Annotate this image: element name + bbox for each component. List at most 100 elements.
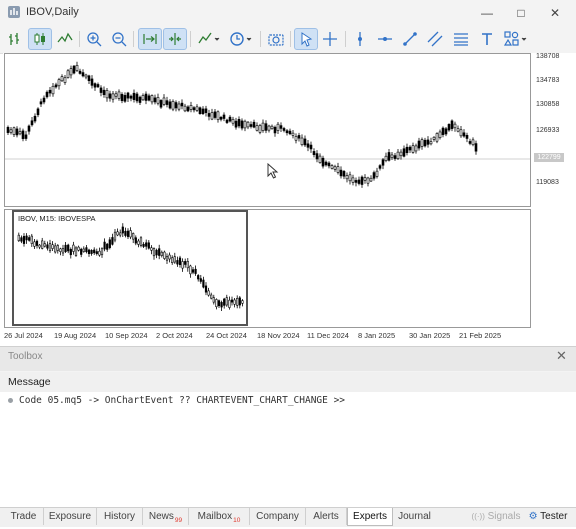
tab-journal[interactable]: Journal <box>392 508 437 525</box>
bar-chart-button[interactable] <box>4 29 26 49</box>
fibonacci-button[interactable] <box>450 29 472 49</box>
candle-body <box>126 230 130 237</box>
tab-signals[interactable]: ((·)) Signals <box>470 508 522 525</box>
tab-experts[interactable]: Experts <box>347 508 393 526</box>
chart-toolbar <box>0 26 576 54</box>
cursor-icon <box>301 32 313 47</box>
chart-shift-button[interactable] <box>163 28 187 50</box>
text-icon <box>482 33 492 45</box>
candlestick-button[interactable] <box>28 28 52 50</box>
log-entry[interactable]: Code 05.mq5 -> OnChartEvent ?? CHARTEVEN… <box>19 395 345 406</box>
tab-mailbox[interactable]: Mailbox10 <box>189 508 250 525</box>
price-label: 134783 <box>536 77 560 84</box>
horizontal-line-button[interactable] <box>374 29 396 49</box>
candle-body <box>81 72 85 77</box>
candle-body <box>59 248 62 252</box>
candle-body <box>210 294 213 299</box>
toolbox-close-button[interactable]: ✕ <box>556 348 567 364</box>
candle-body <box>411 145 415 153</box>
tab-history[interactable]: History <box>97 508 143 525</box>
candle-body <box>207 113 211 117</box>
signals-icon: ((·)) <box>471 512 485 521</box>
time-axis[interactable]: 26 Jul 2024 19 Aug 2024 10 Sep 2024 2 Oc… <box>0 328 532 342</box>
zoom-in-icon <box>87 32 102 47</box>
screenshot-button[interactable] <box>265 29 287 49</box>
candle-body <box>438 131 442 138</box>
candle-body <box>74 247 78 256</box>
news-count-badge: 99 <box>174 517 183 524</box>
candle-body <box>135 93 139 102</box>
trend-line-button[interactable] <box>399 29 421 49</box>
candle-body <box>82 248 85 252</box>
candle-body <box>201 108 205 115</box>
tab-tester[interactable]: ⚙ Tester <box>524 508 572 525</box>
zoom-out-button[interactable] <box>108 29 130 49</box>
toolbar-separator <box>290 31 291 47</box>
candle-body <box>381 159 385 166</box>
log-dot-icon <box>8 398 13 403</box>
maximize-button[interactable]: □ <box>504 0 538 26</box>
candlestick-series <box>5 61 530 188</box>
price-axis[interactable]: 138708 134783 130858 126933 122799 11908… <box>532 53 576 207</box>
candle-body <box>204 285 208 293</box>
indicators-dropdown[interactable] <box>195 29 223 49</box>
candle-body <box>20 237 23 242</box>
candle-body <box>198 107 202 114</box>
candle-body <box>168 254 171 260</box>
price-label: 138708 <box>536 53 560 60</box>
candle-body <box>180 102 184 107</box>
vertical-line-button[interactable] <box>349 29 371 49</box>
candle-body <box>390 154 394 158</box>
candle-body <box>186 106 190 112</box>
tab-alerts[interactable]: Alerts <box>306 508 347 525</box>
candle-body <box>285 130 289 134</box>
chart-object-m15[interactable]: IBOV, M15: IBOVESPA <box>12 210 248 326</box>
text-button[interactable] <box>476 29 498 49</box>
candle-body <box>202 279 205 288</box>
candle-body <box>375 170 379 177</box>
auto-scroll-button[interactable] <box>138 28 162 50</box>
candle-body <box>357 179 361 184</box>
channel-icon <box>427 31 443 47</box>
candle-body <box>120 94 124 101</box>
candle-body <box>327 162 331 167</box>
candle-body <box>213 111 217 118</box>
candle-body <box>228 299 231 308</box>
minimize-button[interactable]: — <box>470 0 504 26</box>
equidistant-channel-button[interactable] <box>424 29 446 49</box>
close-button[interactable]: ✕ <box>538 0 572 26</box>
candle-body <box>366 177 370 184</box>
time-label: 30 Jan 2025 <box>409 331 451 340</box>
candle-body <box>155 249 158 256</box>
candle-body <box>93 83 97 88</box>
candle-body <box>129 95 133 99</box>
message-column-header[interactable] <box>0 372 576 393</box>
candle-body <box>276 123 280 131</box>
candle-body <box>25 235 28 241</box>
candle-body <box>48 242 52 252</box>
tab-news[interactable]: News99 <box>143 508 189 525</box>
clock-icon <box>230 32 252 46</box>
horizontal-line-icon <box>378 37 392 41</box>
shapes-dropdown[interactable] <box>501 29 531 49</box>
candle-body <box>35 240 39 246</box>
candlestick-icon <box>34 33 45 45</box>
tab-company[interactable]: Company <box>250 508 306 525</box>
tab-trade[interactable]: Trade <box>4 508 44 525</box>
candle-body <box>54 84 58 88</box>
periods-dropdown[interactable] <box>226 29 256 49</box>
line-chart-button[interactable] <box>54 29 76 49</box>
time-label: 11 Dec 2024 <box>307 331 349 340</box>
crosshair-button[interactable] <box>319 29 341 49</box>
tab-exposure[interactable]: Exposure <box>44 508 97 525</box>
main-price-pane[interactable] <box>4 53 531 207</box>
cursor-button[interactable] <box>294 28 318 50</box>
candle-body <box>183 105 187 112</box>
candle-body <box>189 265 192 275</box>
zoom-in-button[interactable] <box>83 29 105 49</box>
sub-candlestick-series <box>17 223 244 312</box>
candle-body <box>72 244 75 252</box>
experts-log[interactable] <box>0 392 576 507</box>
candle-body <box>186 261 189 269</box>
price-label: 119083 <box>536 179 559 186</box>
